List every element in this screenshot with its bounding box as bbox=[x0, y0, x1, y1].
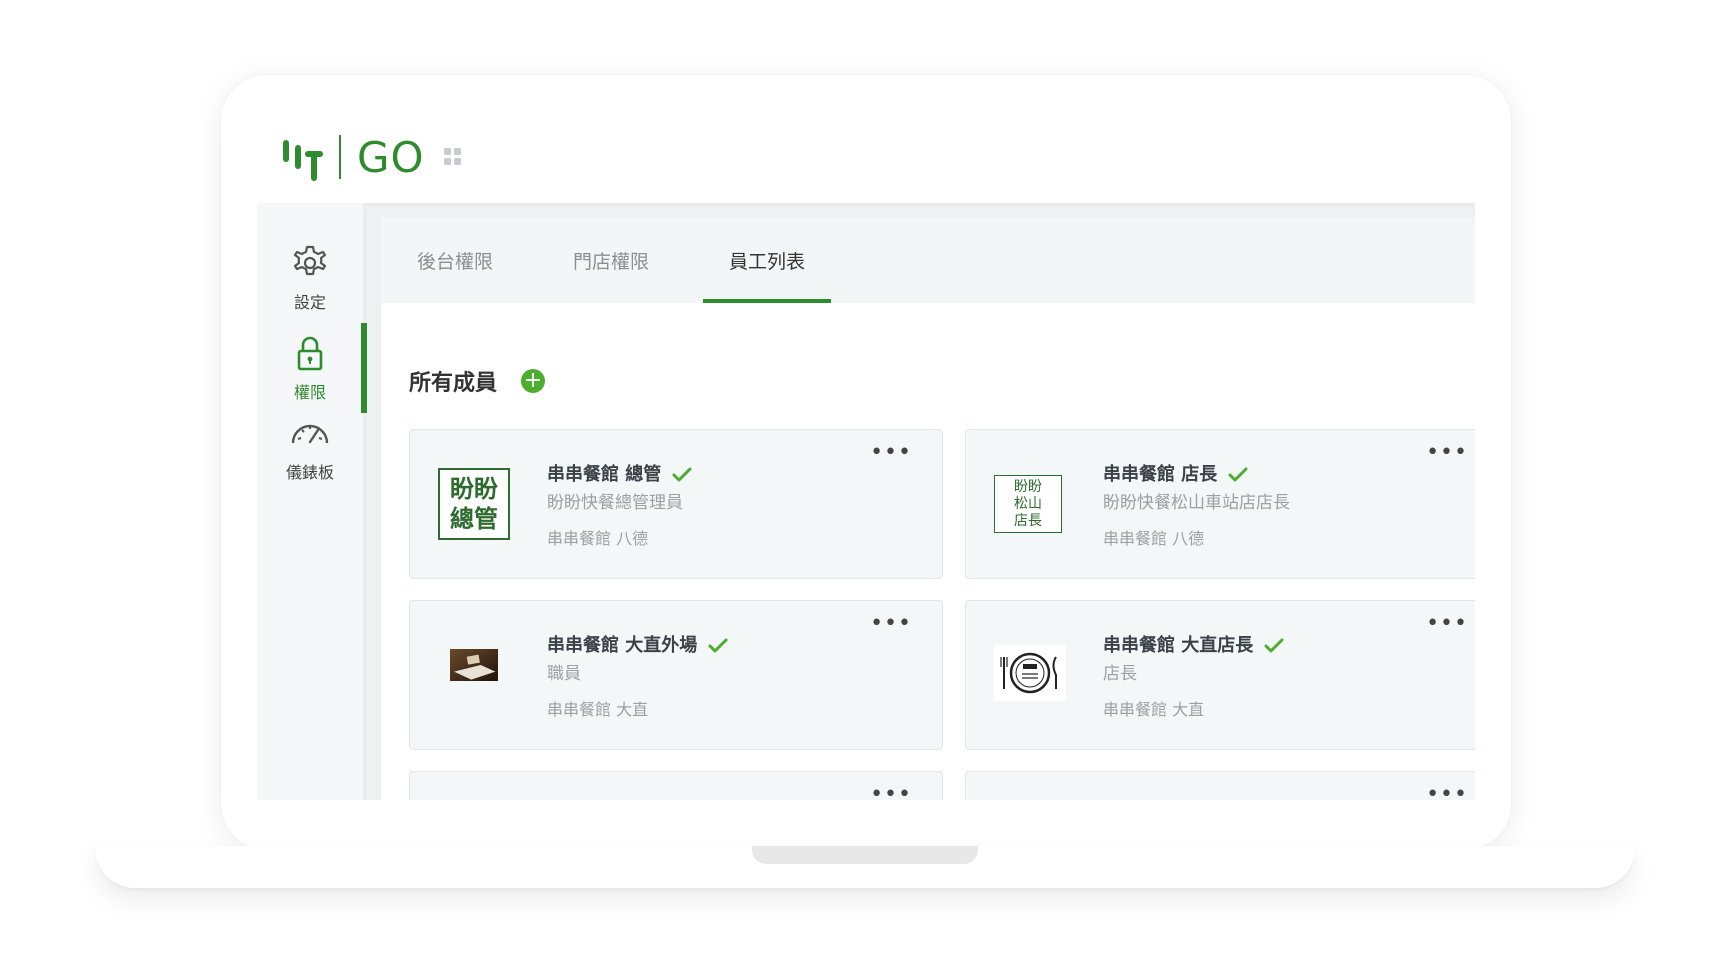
member-name: 串串餐館 大直店長 bbox=[1103, 631, 1284, 657]
member-name: 串串餐館 大直外場 bbox=[547, 631, 728, 657]
avatar: 盼盼 松山 店長 bbox=[994, 475, 1062, 533]
laptop-notch bbox=[752, 846, 978, 864]
sidebar: 設定 權限 儀錶板 bbox=[257, 203, 367, 800]
member-name-text: 串串餐館 店長 bbox=[1103, 464, 1218, 485]
more-options-button[interactable]: ••• bbox=[870, 784, 912, 801]
lock-icon bbox=[297, 336, 323, 371]
member-card[interactable]: 盼盼 總管 串串餐館 總管 盼盼快餐總管理員 串串餐館 八德 ••• bbox=[409, 429, 943, 579]
logo-divider bbox=[339, 135, 341, 179]
avatar-text: 松山 bbox=[1014, 495, 1042, 512]
section-title: 所有成員 bbox=[409, 371, 498, 396]
verified-check-icon bbox=[708, 638, 728, 653]
apps-grid-icon[interactable] bbox=[443, 147, 463, 167]
top-bar: GO bbox=[257, 117, 1475, 203]
restaurant-plate-logo bbox=[994, 645, 1066, 701]
avatar-text: 盼盼 bbox=[1014, 478, 1042, 495]
member-name: 串串餐館 店長 bbox=[1103, 460, 1248, 486]
active-tab-underline bbox=[703, 299, 831, 303]
gear-icon bbox=[293, 245, 327, 276]
avatar: 盼盼 總管 bbox=[438, 468, 510, 540]
more-options-button[interactable]: ••• bbox=[1426, 442, 1468, 464]
member-name: 串串餐館 總管 bbox=[547, 460, 692, 486]
tab-backend-permissions[interactable]: 後台權限 bbox=[417, 247, 493, 274]
sidebar-item-settings[interactable]: 設定 bbox=[257, 243, 363, 323]
sidebar-item-label: 權限 bbox=[293, 383, 326, 402]
app-logo-text: GO bbox=[357, 133, 425, 182]
sidebar-item-label: 儀錶板 bbox=[285, 463, 334, 482]
member-card[interactable]: ••• bbox=[965, 771, 1475, 800]
member-card[interactable]: 串串餐館 大直外場 職員 串串餐館 大直 ••• bbox=[409, 600, 943, 750]
tab-bar: 後台權限 門店權限 員工列表 bbox=[381, 217, 1475, 303]
member-role: 盼盼快餐總管理員 bbox=[547, 493, 683, 513]
member-card[interactable]: 盼盼 松山 店長 串串餐館 店長 盼盼快餐松山車站店店長 串串餐館 八德 ••• bbox=[965, 429, 1475, 579]
sidebar-item-dashboard[interactable]: 儀錶板 bbox=[257, 413, 363, 493]
member-store: 串串餐館 大直 bbox=[1103, 700, 1205, 719]
member-role: 店長 bbox=[1103, 664, 1137, 684]
member-store: 串串餐館 八德 bbox=[1103, 529, 1205, 548]
verified-check-icon bbox=[672, 467, 692, 482]
sidebar-item-label: 設定 bbox=[293, 293, 326, 312]
sidebar-item-permissions[interactable]: 權限 bbox=[257, 333, 363, 413]
more-options-button[interactable]: ••• bbox=[870, 442, 912, 464]
member-role: 盼盼快餐松山車站店店長 bbox=[1103, 493, 1290, 513]
verified-check-icon bbox=[1264, 638, 1284, 653]
member-card[interactable]: ••• bbox=[409, 771, 943, 800]
member-card[interactable]: 串串餐館 大直店長 店長 串串餐館 大直 ••• bbox=[965, 600, 1475, 750]
app-screen: GO 設定 權限 儀錶板 後台權限 門店權限 員工列表 所有成員 + 盼盼 總管… bbox=[257, 117, 1475, 800]
more-options-button[interactable]: ••• bbox=[1426, 784, 1468, 801]
avatar-text: 店長 bbox=[1014, 512, 1042, 529]
more-options-button[interactable]: ••• bbox=[870, 613, 912, 635]
photo-avatar bbox=[450, 649, 498, 681]
member-name-text: 串串餐館 大直店長 bbox=[1103, 635, 1254, 656]
sidebar-active-indicator bbox=[361, 323, 367, 413]
member-store: 串串餐館 八德 bbox=[547, 529, 649, 548]
avatar-text: 盼盼 bbox=[450, 475, 498, 503]
brand-logo-icon[interactable] bbox=[281, 137, 327, 181]
tab-employee-list[interactable]: 員工列表 bbox=[729, 247, 805, 274]
more-options-button[interactable]: ••• bbox=[1426, 613, 1468, 635]
member-name-text: 串串餐館 大直外場 bbox=[547, 635, 698, 656]
member-role: 職員 bbox=[547, 664, 581, 684]
tab-store-permissions[interactable]: 門店權限 bbox=[573, 247, 649, 274]
verified-check-icon bbox=[1228, 467, 1248, 482]
dashboard-gauge-icon bbox=[291, 424, 329, 444]
member-name-text: 串串餐館 總管 bbox=[547, 464, 662, 485]
add-member-button[interactable]: + bbox=[521, 369, 545, 393]
avatar-text: 總管 bbox=[450, 505, 498, 533]
member-store: 串串餐館 大直 bbox=[547, 700, 649, 719]
main-content: 後台權限 門店權限 員工列表 所有成員 + 盼盼 總管 串串餐館 總管 盼盼快餐… bbox=[381, 217, 1475, 800]
